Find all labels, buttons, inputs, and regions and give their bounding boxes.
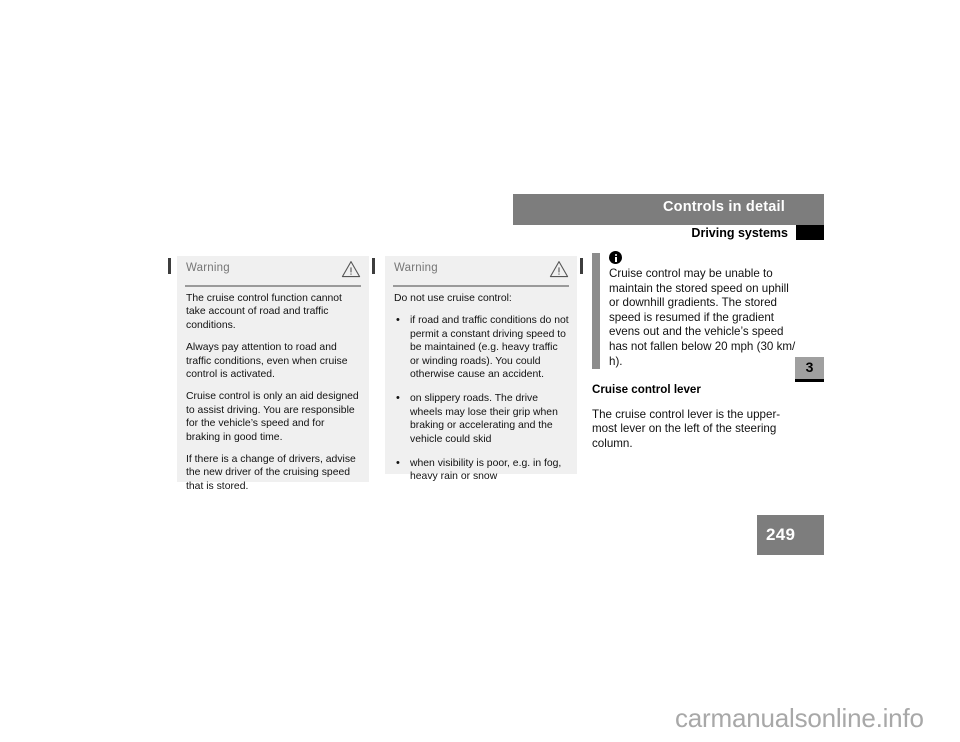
bullet-glyph: •	[396, 391, 400, 404]
page-header-bar: Controls in detail	[513, 194, 824, 225]
right-column: Cruise control may be unable to maintain…	[592, 250, 797, 452]
section-heading: Cruise control lever	[592, 383, 701, 397]
list-item-text: on slippery roads. The drive wheels may …	[410, 393, 558, 445]
warning-intro: Do not use cruise control:	[394, 293, 512, 304]
page-header-title: Controls in detail	[662, 199, 785, 215]
warning-header-divider	[393, 285, 569, 287]
warning-box-header: Warning	[385, 256, 577, 287]
warning-box-body: Do not use cruise control: • if road and…	[394, 292, 569, 484]
warning-box-header: Warning	[177, 256, 369, 287]
chapter-tab: 3	[795, 357, 824, 379]
bullet-glyph: •	[396, 456, 400, 469]
page-subheader-title: Driving systems	[691, 226, 788, 240]
page-number: 249	[766, 525, 796, 544]
column-rule-right	[580, 258, 583, 274]
column-rule-middle	[372, 258, 375, 274]
list-item: • when visibility is poor, e.g. in fog, …	[394, 457, 569, 484]
warning-paragraph: Cruise control is only an aid designed t…	[186, 391, 359, 443]
warning-paragraph: The cruise control function cannot take …	[186, 293, 342, 331]
warning-triangle-icon	[549, 260, 569, 278]
warning-label: Warning	[394, 262, 438, 274]
warning-box-first: Warning The cruise control function cann…	[177, 256, 369, 492]
subheader-marker-square	[796, 225, 824, 240]
note-text: Cruise control may be unable to maintain…	[609, 267, 796, 368]
warning-paragraph: If there is a change of drivers, advise …	[186, 454, 356, 492]
warning-header-divider	[185, 285, 361, 287]
column-rule-left	[168, 258, 171, 274]
warning-bullet-list: • if road and traffic conditions do not …	[394, 314, 569, 483]
list-item: • on slippery roads. The drive wheels ma…	[394, 392, 569, 446]
info-icon-dot	[614, 253, 617, 256]
note-block: Cruise control may be unable to maintain…	[592, 251, 797, 369]
list-item-text: if road and traffic conditions do not pe…	[410, 315, 569, 381]
info-circle-icon	[609, 251, 622, 264]
watermark: carmanualsonline.info	[675, 703, 924, 733]
list-item-text: when visibility is poor, e.g. in fog, he…	[410, 458, 562, 483]
manual-page: Controls in detail Driving systems 3 249…	[0, 0, 960, 742]
info-icon-stem	[614, 256, 617, 262]
chapter-tab-number: 3	[805, 359, 814, 375]
bullet-glyph: •	[396, 313, 400, 326]
page-subheader: Driving systems	[513, 225, 824, 241]
warning-label: Warning	[186, 262, 230, 274]
list-item: • if road and traffic conditions do not …	[394, 314, 569, 381]
warning-triangle-icon	[341, 260, 361, 278]
page-number-badge: 249	[757, 515, 824, 555]
note-accent-bar	[592, 253, 600, 369]
warning-box-body: The cruise control function cannot take …	[186, 292, 361, 493]
section-body-text: The cruise control lever is the upper-mo…	[592, 407, 781, 450]
chapter-tab-underline	[795, 379, 824, 382]
warning-box-second: Warning Do not use cruise control: • if …	[385, 256, 577, 482]
warning-paragraph: Always pay attention to road and traffic…	[186, 342, 348, 381]
